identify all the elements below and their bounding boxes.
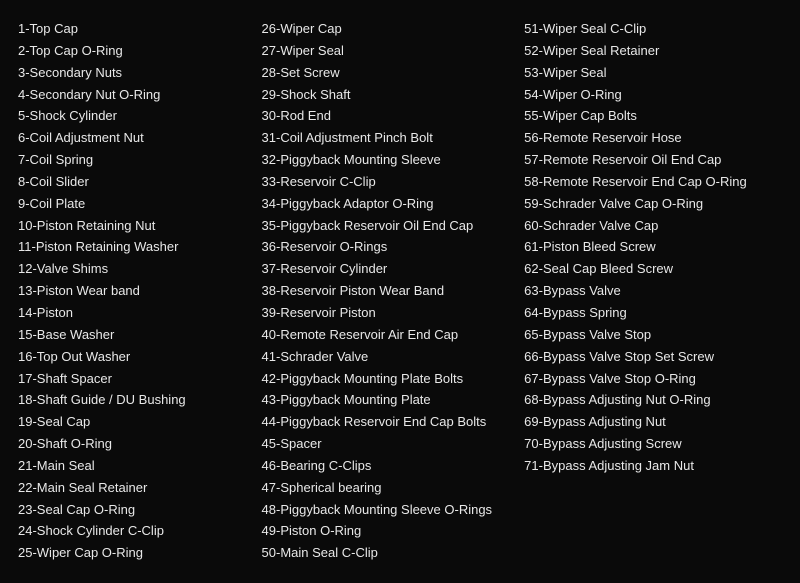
list-item: 25-Wiper Cap O-Ring xyxy=(18,544,252,563)
list-item: 59-Schrader Valve Cap O-Ring xyxy=(524,195,772,214)
list-item: 58-Remote Reservoir End Cap O-Ring xyxy=(524,173,772,192)
list-item: 18-Shaft Guide / DU Bushing xyxy=(18,391,252,410)
list-item: 1-Top Cap xyxy=(18,20,252,39)
list-item: 9-Coil Plate xyxy=(18,195,252,214)
list-item: 19-Seal Cap xyxy=(18,413,252,432)
list-item: 39-Reservoir Piston xyxy=(262,304,515,323)
list-item: 26-Wiper Cap xyxy=(262,20,515,39)
list-item: 48-Piggyback Mounting Sleeve O-Rings xyxy=(262,501,515,520)
list-item: 52-Wiper Seal Retainer xyxy=(524,42,772,61)
list-item: 60-Schrader Valve Cap xyxy=(524,217,772,236)
list-item: 17-Shaft Spacer xyxy=(18,370,252,389)
list-item: 22-Main Seal Retainer xyxy=(18,479,252,498)
list-item: 46-Bearing C-Clips xyxy=(262,457,515,476)
list-item: 30-Rod End xyxy=(262,107,515,126)
list-item: 31-Coil Adjustment Pinch Bolt xyxy=(262,129,515,148)
list-item: 36-Reservoir O-Rings xyxy=(262,238,515,257)
list-item: 24-Shock Cylinder C-Clip xyxy=(18,522,252,541)
list-item: 11-Piston Retaining Washer xyxy=(18,238,252,257)
list-item: 61-Piston Bleed Screw xyxy=(524,238,772,257)
list-item: 13-Piston Wear band xyxy=(18,282,252,301)
list-item: 43-Piggyback Mounting Plate xyxy=(262,391,515,410)
list-item: 64-Bypass Spring xyxy=(524,304,772,323)
list-item: 34-Piggyback Adaptor O-Ring xyxy=(262,195,515,214)
list-item: 66-Bypass Valve Stop Set Screw xyxy=(524,348,772,367)
list-item: 56-Remote Reservoir Hose xyxy=(524,129,772,148)
list-item: 8-Coil Slider xyxy=(18,173,252,192)
list-item: 10-Piston Retaining Nut xyxy=(18,217,252,236)
list-item: 49-Piston O-Ring xyxy=(262,522,515,541)
list-item: 50-Main Seal C-Clip xyxy=(262,544,515,563)
list-item: 67-Bypass Valve Stop O-Ring xyxy=(524,370,772,389)
list-item: 29-Shock Shaft xyxy=(262,86,515,105)
list-item: 51-Wiper Seal C-Clip xyxy=(524,20,772,39)
list-item: 16-Top Out Washer xyxy=(18,348,252,367)
list-item: 44-Piggyback Reservoir End Cap Bolts xyxy=(262,413,515,432)
list-item: 6-Coil Adjustment Nut xyxy=(18,129,252,148)
list-item: 32-Piggyback Mounting Sleeve xyxy=(262,151,515,170)
list-item: 55-Wiper Cap Bolts xyxy=(524,107,772,126)
list-item: 20-Shaft O-Ring xyxy=(18,435,252,454)
list-item: 54-Wiper O-Ring xyxy=(524,86,772,105)
list-item: 41-Schrader Valve xyxy=(262,348,515,367)
list-item: 5-Shock Cylinder xyxy=(18,107,252,126)
parts-list: 1-Top Cap 2-Top Cap O-Ring 3-Secondary Nut… xyxy=(18,20,782,563)
list-item: 7-Coil Spring xyxy=(18,151,252,170)
list-item: 37-Reservoir Cylinder xyxy=(262,260,515,279)
list-item: 35-Piggyback Reservoir Oil End Cap xyxy=(262,217,515,236)
list-item: 57-Remote Reservoir Oil End Cap xyxy=(524,151,772,170)
list-item: 70-Bypass Adjusting Screw xyxy=(524,435,772,454)
list-item: 53-Wiper Seal xyxy=(524,64,772,83)
list-item: 4-Secondary Nut O-Ring xyxy=(18,86,252,105)
list-item: 71-Bypass Adjusting Jam Nut xyxy=(524,457,772,476)
list-item: 38-Reservoir Piston Wear Band xyxy=(262,282,515,301)
list-item: 33-Reservoir C-Clip xyxy=(262,173,515,192)
list-item: 62-Seal Cap Bleed Screw xyxy=(524,260,772,279)
list-item: 63-Bypass Valve xyxy=(524,282,772,301)
list-item: 69-Bypass Adjusting Nut xyxy=(524,413,772,432)
list-item: 27-Wiper Seal xyxy=(262,42,515,61)
column-1: 1-Top Cap 2-Top Cap O-Ring 3-Secondary Nut… xyxy=(18,20,262,563)
list-item: 15-Base Washer xyxy=(18,326,252,345)
list-item: 3-Secondary Nuts xyxy=(18,64,252,83)
column-3: 51-Wiper Seal C-Clip 52-Wiper Seal Retain… xyxy=(524,20,782,563)
list-item: 12-Valve Shims xyxy=(18,260,252,279)
list-item: 68-Bypass Adjusting Nut O-Ring xyxy=(524,391,772,410)
list-item: 42-Piggyback Mounting Plate Bolts xyxy=(262,370,515,389)
column-2: 26-Wiper Cap 27-Wiper Seal 28-Set Screw 29-… xyxy=(262,20,525,563)
list-item: 28-Set Screw xyxy=(262,64,515,83)
list-item: 23-Seal Cap O-Ring xyxy=(18,501,252,520)
list-item: 40-Remote Reservoir Air End Cap xyxy=(262,326,515,345)
list-item: 2-Top Cap O-Ring xyxy=(18,42,252,61)
list-item: 65-Bypass Valve Stop xyxy=(524,326,772,345)
list-item: 47-Spherical bearing xyxy=(262,479,515,498)
list-item: 14-Piston xyxy=(18,304,252,323)
list-item: 45-Spacer xyxy=(262,435,515,454)
list-item: 21-Main Seal xyxy=(18,457,252,476)
